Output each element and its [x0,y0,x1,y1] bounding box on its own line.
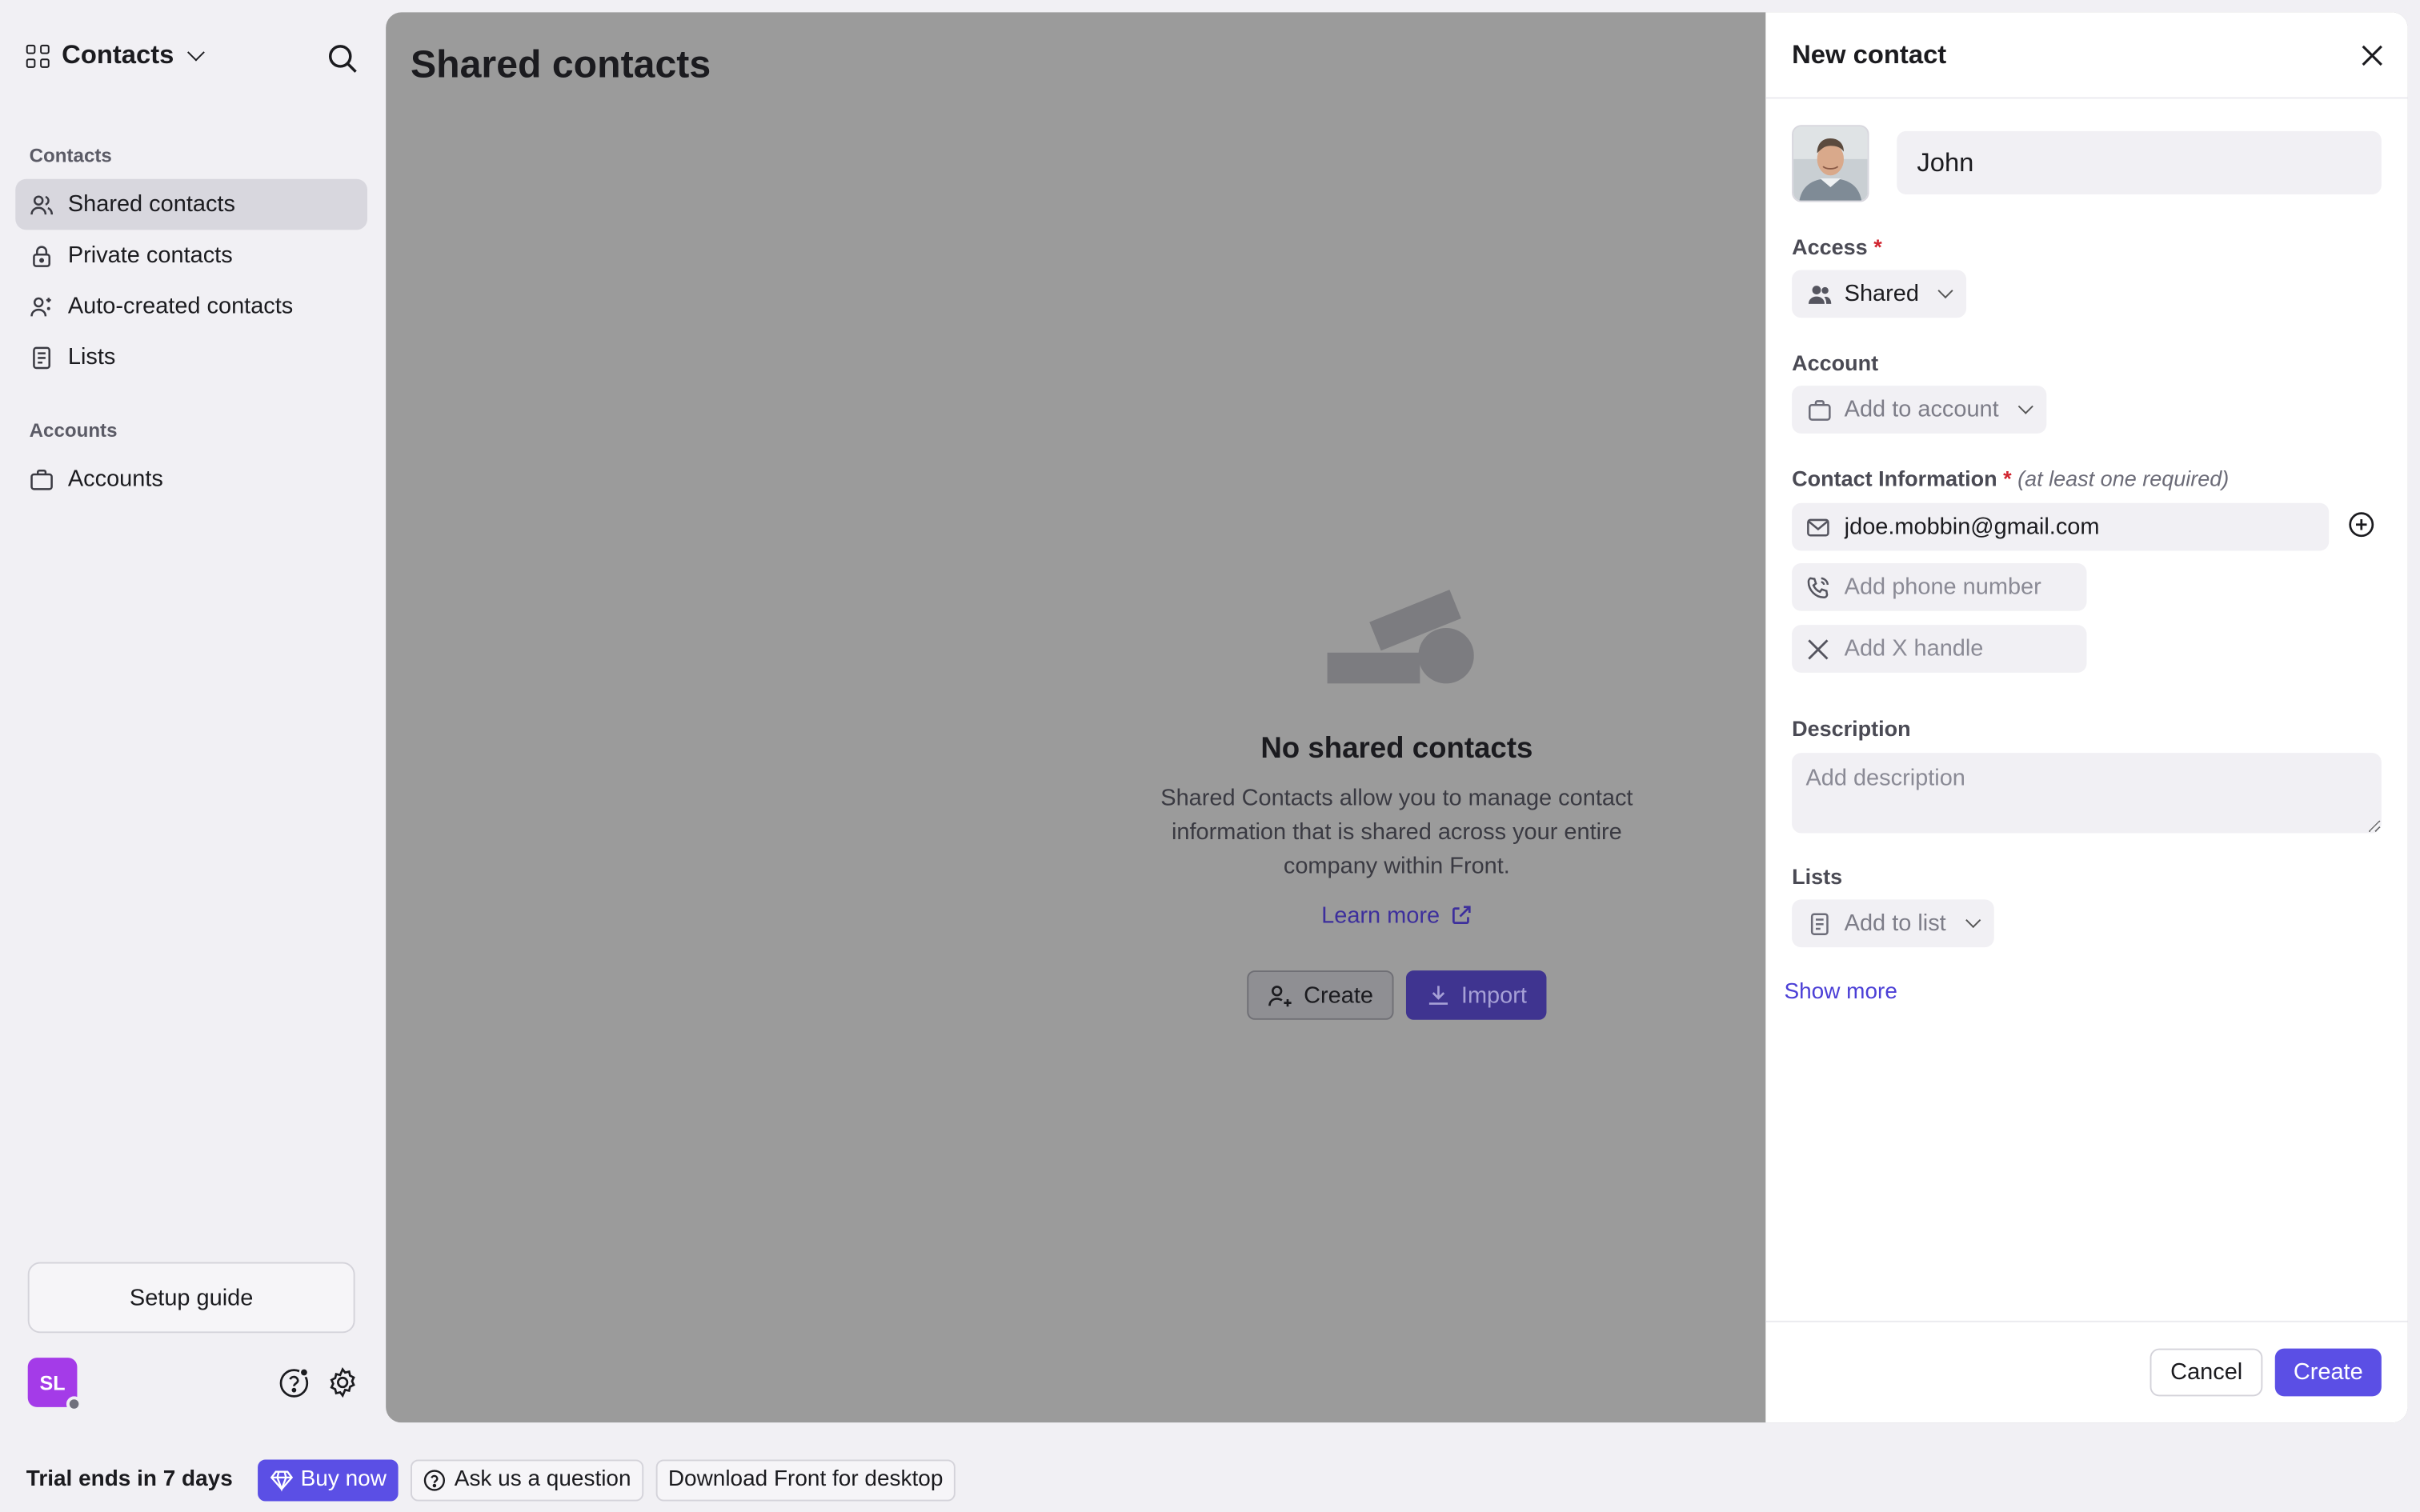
learn-more-label: Learn more [1321,902,1440,930]
empty-state-text: Shared Contacts allow you to manage cont… [1160,785,1633,880]
section-label-accounts: Accounts [29,419,118,442]
contact-photo[interactable] [1792,125,1869,202]
cancel-button[interactable]: Cancel [2150,1348,2263,1397]
contact-name-input[interactable] [1897,130,2382,195]
list-doc-icon [1810,912,1829,935]
account-select[interactable]: Add to account [1792,386,2047,434]
briefcase-icon [1809,399,1831,420]
empty-state-illustration [1327,590,1474,684]
app-root: Contacts Contacts Shared contacts Privat… [0,0,2420,1512]
x-handle-field [1792,625,2087,673]
search-icon[interactable] [327,43,359,74]
contact-info-label: Contact Information * (at least one requ… [1792,466,2229,490]
panel-header: New contact [1765,12,2408,99]
buy-now-button[interactable]: Buy now [257,1458,399,1501]
phone-icon [1807,576,1829,598]
download-icon [1428,986,1448,1005]
empty-state: No shared contacts Shared Contacts allow… [1142,583,1651,1020]
sidebar-item-label: Accounts [67,466,163,493]
panel-footer: Cancel Create [1765,1320,2408,1422]
access-select[interactable]: Shared [1792,270,1967,318]
add-user-icon [1268,985,1292,1006]
email-field [1792,502,2330,551]
app-title: Contacts [62,40,174,70]
phone-field [1792,562,2087,611]
chevron-down-icon [186,42,205,61]
required-mark: * [1873,234,1882,260]
sidebar: Contacts Contacts Shared contacts Privat… [0,0,383,1447]
apps-grid-icon [26,43,50,67]
create-contact-button[interactable]: Create [1246,970,1394,1020]
required-mark: * [2003,466,2012,491]
account-label: Account [1792,350,1879,375]
download-desktop-button[interactable]: Download Front for desktop [655,1458,956,1501]
close-icon[interactable] [2358,42,2386,70]
import-label: Import [1460,982,1527,1009]
sidebar-item-label: Auto-created contacts [67,293,294,320]
x-logo-icon [1808,638,1829,659]
gear-icon[interactable] [326,1366,359,1399]
briefcase-icon [30,469,53,490]
panel-title: New contact [1792,39,1947,69]
setup-guide-button[interactable]: Setup guide [27,1262,355,1334]
help-icon[interactable] [278,1366,311,1399]
create-label: Create [1304,982,1373,1009]
diamond-icon [270,1470,293,1491]
page-title: Shared contacts [411,43,711,87]
chevron-down-icon [2017,398,2033,414]
ask-question-button[interactable]: Ask us a question [411,1458,643,1501]
sidebar-item-label: Shared contacts [67,191,235,218]
external-link-icon [1452,906,1471,925]
lists-select[interactable]: Add to list [1792,899,1994,948]
contact-info-label-text: Contact Information [1792,466,1997,491]
x-handle-input[interactable] [1844,635,2073,662]
create-button[interactable]: Create [2274,1348,2382,1397]
sidebar-item-lists[interactable]: Lists [15,332,367,383]
avatar-initials: SL [39,1370,66,1394]
lists-label: Lists [1792,864,1843,889]
email-input[interactable] [1844,514,2315,541]
sidebar-item-label: Private contacts [67,242,233,269]
access-label-text: Access [1792,234,1868,260]
import-button[interactable]: Import [1405,970,1547,1020]
show-more-link[interactable]: Show more [1784,980,1897,1005]
add-circle-icon[interactable] [2347,510,2375,538]
account-placeholder: Add to account [1844,396,1999,423]
sidebar-item-shared-contacts[interactable]: Shared contacts [15,178,368,230]
ask-question-label: Ask us a question [454,1467,631,1492]
description-input[interactable] [1792,753,2382,834]
new-contact-panel: New contact Access * Shared Account Add … [1765,12,2408,1423]
learn-more-link[interactable]: Learn more [1321,902,1472,929]
list-doc-icon [33,346,50,369]
sidebar-item-label: Lists [67,344,116,370]
trial-text: Trial ends in 7 days [26,1467,233,1492]
question-circle-icon [424,1469,446,1490]
description-label: Description [1792,715,1911,741]
lock-icon [33,245,50,266]
app-switcher[interactable]: Contacts [26,40,205,71]
empty-state-title: No shared contacts [1260,733,1533,766]
chevron-down-icon [1965,912,1981,928]
access-value: Shared [1844,281,1919,307]
buy-now-label: Buy now [300,1467,387,1492]
chevron-down-icon [1938,282,1954,299]
access-label: Access * [1792,234,1882,259]
empty-state-actions: Create Import [1142,970,1651,1020]
status-dot [66,1396,82,1412]
phone-input[interactable] [1844,574,2073,601]
sidebar-item-auto-created-contacts[interactable]: Auto-created contacts [15,281,367,332]
lists-placeholder: Add to list [1844,910,1946,937]
users-icon [30,194,54,214]
sidebar-item-private-contacts[interactable]: Private contacts [15,230,367,281]
bottom-bar: Trial ends in 7 days Buy now Ask us a qu… [0,1447,2420,1512]
section-label-contacts: Contacts [29,145,112,167]
avatar[interactable]: SL [27,1358,82,1412]
contact-info-hint: (at least one required) [2017,466,2230,491]
users-icon [1808,285,1832,303]
mail-icon [1807,518,1829,536]
sidebar-item-accounts[interactable]: Accounts [15,454,367,505]
download-label: Download Front for desktop [667,1467,944,1492]
user-sparkle-icon [30,296,51,316]
